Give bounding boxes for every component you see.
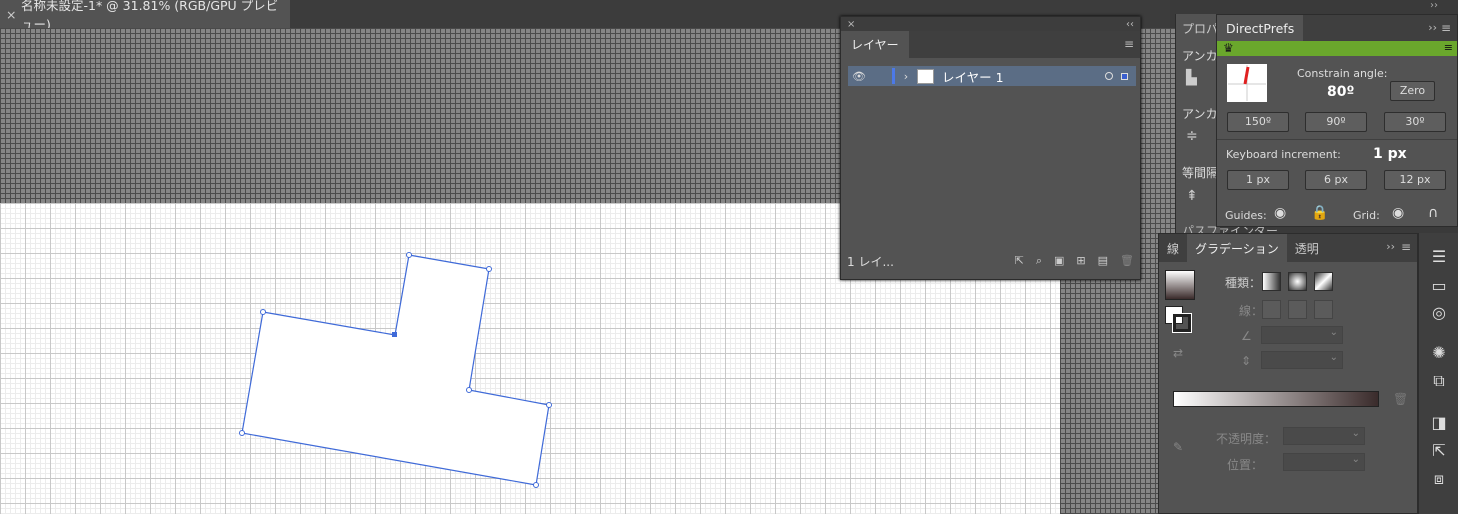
new-sublayer-icon[interactable]: ⊞ [1076, 254, 1085, 268]
layer-thumbnail [917, 68, 934, 84]
menu-icon[interactable]: ≡ [1444, 41, 1453, 54]
layer-count: 1 レイ... [847, 254, 894, 269]
aspect-icon: ⇕ [1241, 354, 1252, 368]
layers-panel: × ‹‹ レイヤー ≡ 👁 › レイヤー 1 1 レイ... ⇱ ⌕ ▣ ⊞ ▤… [840, 16, 1141, 280]
trash-icon[interactable]: 🗑 [1120, 254, 1134, 268]
layer-row[interactable]: 👁 › レイヤー 1 [848, 66, 1136, 86]
selection-indicator[interactable] [1121, 72, 1128, 80]
target-icon[interactable] [1105, 72, 1113, 80]
angle-150-button[interactable]: 150º [1227, 112, 1289, 132]
angle-dropdown[interactable]: ⌄ [1261, 326, 1343, 344]
directprefs-panel: DirectPrefs ›› ≡ ♛ ≡ Constrain angle: 80… [1216, 14, 1458, 227]
close-icon[interactable]: × [847, 19, 855, 30]
graphic-styles-icon[interactable]: ⧉ [1429, 371, 1449, 391]
clipping-mask-icon[interactable]: ▣ [1054, 254, 1064, 268]
layer-name[interactable]: レイヤー 1 [942, 67, 1105, 86]
collapse-icon[interactable]: ‹‹ [1126, 19, 1134, 30]
export-icon[interactable]: ⇱ [1015, 254, 1024, 268]
angle-preview [1227, 64, 1267, 102]
gradient-icon[interactable]: ▭ [1429, 276, 1449, 295]
stroke-icon[interactable]: ☰ [1429, 247, 1449, 266]
linear-gradient-button[interactable] [1262, 272, 1281, 291]
constrain-label: Constrain angle: [1297, 67, 1388, 80]
new-layer-icon[interactable]: ▤ [1098, 254, 1108, 268]
expand-icon[interactable]: › [895, 70, 917, 83]
appearance-icon[interactable]: ✺ [1429, 343, 1449, 362]
tab-gradient[interactable]: グラデーション [1187, 234, 1287, 262]
position-label: 位置： [1227, 458, 1264, 472]
trash-icon[interactable]: 🗑 [1393, 392, 1408, 406]
guides-label: Guides: [1225, 209, 1267, 222]
opacity-dropdown[interactable]: ⌄ [1283, 427, 1365, 445]
selected-anchor[interactable] [392, 332, 397, 337]
transparency-icon[interactable]: ◎ [1429, 303, 1449, 322]
panel-icon-strip: ☰ ▭ ◎ ✺ ⧉ ◨ ⇱ ⧈ [1418, 233, 1458, 514]
directprefs-header: ♛ ≡ [1217, 41, 1457, 56]
panel-collapse-bar[interactable]: ›› [1175, 0, 1458, 14]
reverse-gradient-icon[interactable]: ⇄ [1173, 346, 1183, 360]
eye-icon[interactable]: ◉ [1392, 205, 1404, 221]
gradient-swatch[interactable] [1165, 270, 1195, 300]
stroke-along-button[interactable] [1288, 300, 1307, 319]
stroke-within-button[interactable] [1262, 300, 1281, 319]
type-label: 種類： [1225, 276, 1262, 290]
distribute-icon[interactable]: ⇞ [1186, 188, 1198, 204]
grid-label: Grid: [1353, 209, 1380, 222]
expand-icon[interactable]: ›› [1386, 240, 1395, 253]
close-icon[interactable]: × [6, 7, 21, 22]
increment-6-button[interactable]: 6 px [1305, 170, 1367, 190]
increment-12-button[interactable]: 12 px [1384, 170, 1446, 190]
align-left-icon[interactable]: ▙ [1186, 70, 1197, 86]
opacity-label: 不透明度： [1216, 432, 1277, 446]
angle-30-button[interactable]: 30º [1384, 112, 1446, 132]
layers-footer: 1 レイ... ⇱ ⌕ ▣ ⊞ ▤ 🗑 [841, 251, 1140, 271]
position-dropdown[interactable]: ⌄ [1283, 453, 1365, 471]
aspect-dropdown[interactable]: ⌄ [1261, 351, 1343, 369]
angle-90-button[interactable]: 90º [1305, 112, 1367, 132]
stroke-swatch[interactable] [1172, 313, 1192, 333]
expand-icon[interactable]: ›› [1428, 21, 1437, 34]
divider [1217, 139, 1457, 140]
angle-value: 80º [1327, 84, 1355, 100]
panel-menu-icon[interactable]: ≡ [1401, 240, 1411, 254]
eyedropper-icon[interactable]: ✎ [1173, 440, 1183, 454]
gradient-panel: 線 グラデーション 透明 ›› ≡ 種類： 線： ∠ ⌄ ⇕ ⌄ ⇄ 🗑 ✎ 不… [1158, 233, 1418, 514]
document-tab[interactable]: × 名称未設定-1* @ 31.81% (RGB/GPU プレビュー) [0, 0, 290, 32]
align-center-icon[interactable]: ≑ [1186, 128, 1198, 144]
angle-icon: ∠ [1241, 329, 1252, 343]
gradient-slider[interactable] [1173, 391, 1379, 407]
tab-layers[interactable]: レイヤー [841, 31, 909, 58]
freeform-gradient-button[interactable] [1314, 272, 1333, 291]
locate-object-icon[interactable]: ⌕ [1036, 254, 1042, 268]
tab-transparency[interactable]: 透明 [1287, 234, 1327, 262]
anchor-label-2: アンカ [1182, 107, 1218, 121]
tab-properties[interactable]: プロパ [1176, 14, 1220, 41]
artboards-icon[interactable]: ⧈ [1429, 469, 1449, 489]
keyboard-label: Keyboard increment: [1226, 148, 1341, 161]
lock-icon[interactable]: 🔒 [1311, 205, 1328, 221]
crown-icon: ♛ [1223, 41, 1234, 55]
tab-directprefs[interactable]: DirectPrefs [1217, 15, 1304, 41]
stroke-across-button[interactable] [1314, 300, 1333, 319]
stroke-label: 線： [1239, 304, 1264, 318]
magnet-icon[interactable]: ∩ [1428, 205, 1438, 221]
anchor-label-1: アンカ [1182, 49, 1218, 63]
visibility-icon[interactable]: 👁 [848, 70, 870, 83]
distribute-label: 等間隔 [1182, 166, 1219, 180]
radial-gradient-button[interactable] [1288, 272, 1307, 291]
eye-icon[interactable]: ◉ [1274, 205, 1286, 221]
panel-menu-icon[interactable]: ≡ [1441, 21, 1451, 35]
keyboard-value: 1 px [1373, 146, 1407, 162]
export-icon[interactable]: ⇱ [1429, 441, 1449, 460]
tab-stroke[interactable]: 線 [1159, 234, 1187, 262]
panel-menu-icon[interactable]: ≡ [1124, 37, 1134, 51]
symbols-icon[interactable]: ◨ [1429, 413, 1449, 432]
increment-1-button[interactable]: 1 px [1227, 170, 1289, 190]
zero-button[interactable]: Zero [1390, 81, 1435, 101]
